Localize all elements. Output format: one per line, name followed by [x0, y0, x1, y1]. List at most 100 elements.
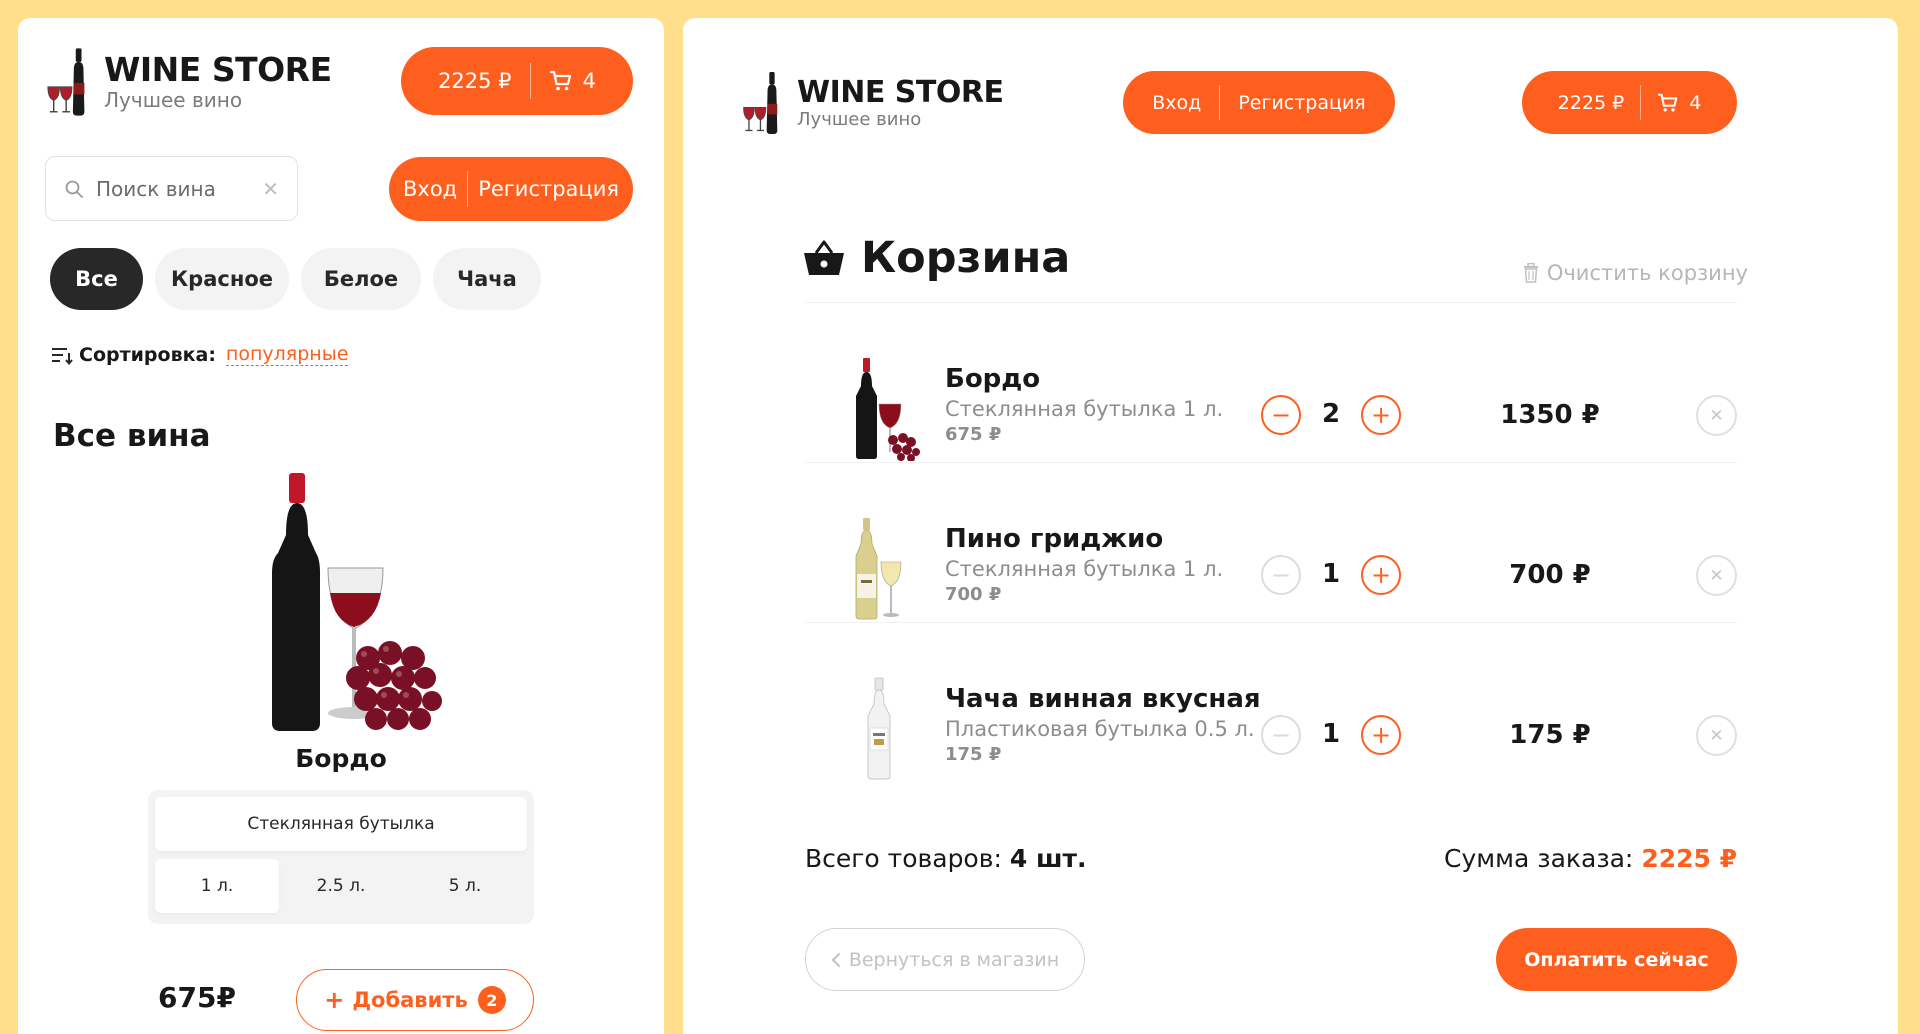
cart-total: 2225 ₽	[438, 69, 512, 93]
chacha-bottle-image	[867, 677, 891, 780]
cart-count: 4	[582, 69, 596, 93]
item-total: 1350 ₽	[1500, 400, 1600, 430]
remove-item-button[interactable]: ✕	[1696, 555, 1737, 596]
sort: Сортировка: популярные	[51, 344, 349, 366]
divider	[805, 622, 1737, 623]
search-icon	[64, 179, 84, 199]
shop-panel: WINE STORE Лучшее вино 2225 ₽ 4 Поиск ви…	[18, 18, 664, 1034]
category-chacha[interactable]: Чача	[433, 248, 541, 310]
item-total: 175 ₽	[1509, 720, 1591, 750]
size-option[interactable]: 1 л.	[155, 859, 279, 913]
close-icon[interactable]: ✕	[262, 177, 279, 201]
divider	[805, 302, 1737, 303]
decrease-quantity-button[interactable]: −	[1261, 395, 1301, 435]
category-white[interactable]: Белое	[301, 248, 421, 310]
item-name[interactable]: Пино гриджио	[945, 524, 1163, 554]
cart-button[interactable]: 2225 ₽ 4	[401, 47, 633, 115]
item-quantity: 1	[1321, 719, 1341, 749]
auth-button[interactable]: Вход Регистрация	[389, 157, 633, 221]
increase-quantity-button[interactable]: +	[1361, 555, 1401, 595]
total-sum-label: Сумма заказа:	[1444, 844, 1634, 873]
add-count-badge: 2	[477, 986, 506, 1014]
logo-subtitle: Лучшее вино	[797, 108, 922, 130]
back-to-shop-button[interactable]: Вернуться в магазин	[805, 928, 1085, 991]
search-placeholder: Поиск вина	[96, 176, 216, 201]
logo-title: WINE STORE	[104, 49, 332, 89]
white-wine-bottle-image	[855, 518, 902, 620]
product-options: Стеклянная бутылка 1 л. 2.5 л. 5 л.	[148, 790, 534, 924]
pay-label: Оплатить сейчас	[1524, 948, 1709, 971]
divider	[529, 63, 531, 99]
login-link[interactable]: Вход	[403, 177, 457, 201]
logo-subtitle: Лучшее вино	[104, 88, 243, 113]
divider	[467, 171, 469, 207]
basket-icon	[803, 239, 845, 277]
category-all[interactable]: Все	[50, 248, 143, 310]
item-quantity: 2	[1321, 399, 1341, 429]
remove-item-button[interactable]: ✕	[1696, 395, 1737, 436]
divider	[805, 462, 1737, 463]
item-description: Стеклянная бутылка 1 л.	[945, 557, 1224, 581]
logo[interactable]: WINE STORE Лучшее вино	[741, 72, 1004, 134]
logo-title: WINE STORE	[797, 74, 1004, 110]
item-description: Пластиковая бутылка 0.5 л.	[945, 717, 1255, 741]
red-wine-bottle-image	[856, 358, 920, 461]
cart-title-text: Корзина	[861, 233, 1071, 283]
decrease-quantity-button[interactable]: −	[1261, 555, 1301, 595]
product-name[interactable]: Бордо	[18, 744, 664, 773]
clear-cart-label: Очистить корзину	[1546, 261, 1748, 285]
login-link[interactable]: Вход	[1152, 92, 1201, 114]
total-count-label: Всего товаров:	[805, 844, 1002, 873]
size-option[interactable]: 5 л.	[403, 859, 527, 913]
size-option[interactable]: 2.5 л.	[279, 859, 403, 913]
sort-label: Сортировка:	[79, 344, 216, 366]
search-input[interactable]: Поиск вина ✕	[45, 156, 298, 221]
add-label: Добавить	[352, 988, 468, 1012]
back-label: Вернуться в магазин	[848, 948, 1060, 971]
cart-panel: WINE STORE Лучшее вино Вход Регистрация …	[683, 18, 1898, 1034]
divider	[1219, 85, 1221, 120]
cart-item: Чача винная вкусная Пластиковая бутылка …	[805, 664, 1737, 784]
cart-icon	[549, 69, 573, 93]
plus-icon: +	[324, 986, 345, 1014]
type-option[interactable]: Стеклянная бутылка	[155, 797, 527, 851]
cart-title: Корзина	[803, 233, 1070, 283]
product-price: 675₽	[158, 981, 236, 1014]
cart-count: 4	[1689, 91, 1702, 114]
cart-total: 2225 ₽	[1557, 91, 1625, 114]
total-count: Всего товаров: 4 шт.	[805, 844, 1086, 873]
remove-item-button[interactable]: ✕	[1696, 715, 1737, 756]
item-quantity: 1	[1321, 559, 1341, 589]
register-link[interactable]: Регистрация	[478, 177, 619, 201]
item-name[interactable]: Бордо	[945, 364, 1040, 394]
item-unit-price: 700 ₽	[945, 584, 1002, 605]
total-count-value: 4 шт.	[1009, 844, 1087, 873]
wine-bottle-icon	[741, 72, 787, 134]
logo[interactable]: WINE STORE Лучшее вино	[46, 48, 332, 116]
category-red[interactable]: Красное	[155, 248, 289, 310]
total-sum-value: 2225 ₽	[1641, 844, 1737, 873]
cart-item: Пино гриджио Стеклянная бутылка 1 л. 700…	[805, 504, 1737, 624]
sort-value[interactable]: популярные	[225, 344, 349, 366]
section-title: Все вина	[53, 418, 211, 454]
cart-item: Бордо Стеклянная бутылка 1 л. 675 ₽ − 2 …	[805, 344, 1737, 464]
product-image[interactable]	[248, 473, 448, 738]
item-name[interactable]: Чача винная вкусная	[945, 684, 1261, 714]
auth-button[interactable]: Вход Регистрация	[1123, 71, 1395, 134]
item-unit-price: 175 ₽	[945, 744, 1002, 765]
item-total: 700 ₽	[1509, 560, 1591, 590]
register-link[interactable]: Регистрация	[1238, 92, 1365, 114]
cart-button[interactable]: 2225 ₽ 4	[1522, 71, 1737, 134]
divider	[1640, 85, 1642, 120]
sort-icon	[51, 345, 73, 365]
decrease-quantity-button[interactable]: −	[1261, 715, 1301, 755]
increase-quantity-button[interactable]: +	[1361, 715, 1401, 755]
add-to-cart-button[interactable]: + Добавить 2	[296, 969, 534, 1031]
increase-quantity-button[interactable]: +	[1361, 395, 1401, 435]
pay-now-button[interactable]: Оплатить сейчас	[1496, 928, 1737, 991]
trash-icon	[1523, 263, 1539, 283]
total-sum: Сумма заказа: 2225 ₽	[1444, 844, 1737, 873]
clear-cart-button[interactable]: Очистить корзину	[1523, 261, 1748, 285]
item-description: Стеклянная бутылка 1 л.	[945, 397, 1224, 421]
chevron-left-icon	[831, 952, 841, 968]
